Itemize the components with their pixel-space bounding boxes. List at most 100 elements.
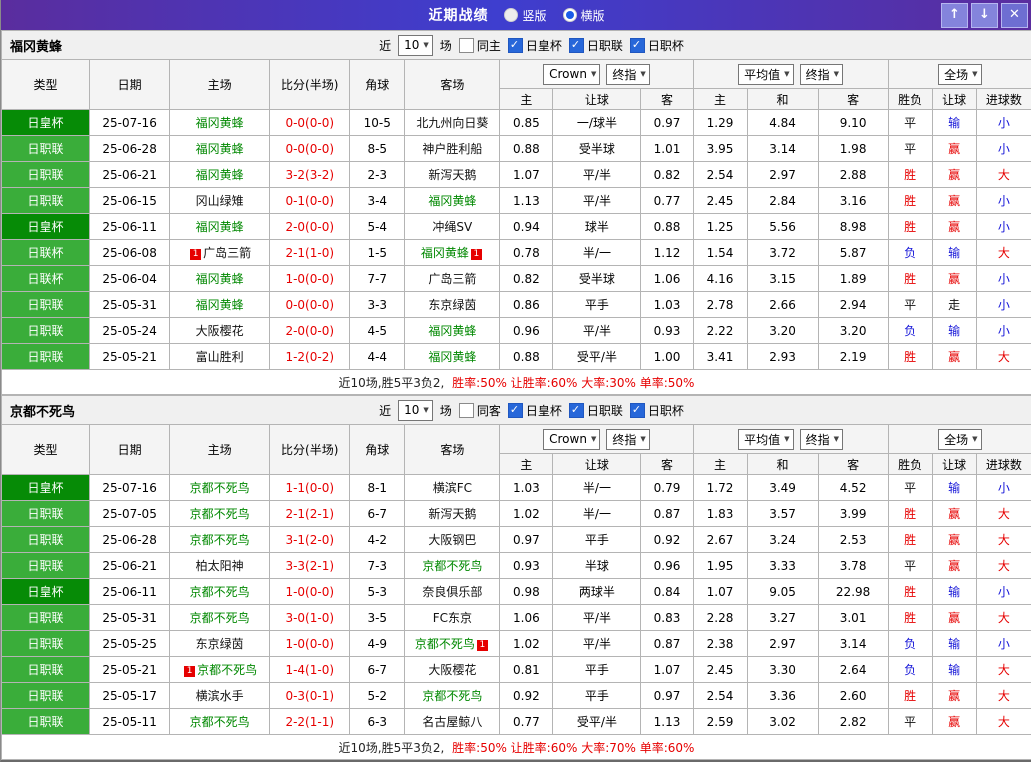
odds-line: 球半 [553, 214, 641, 240]
home-team[interactable]: 福冈黄蜂 [170, 136, 270, 162]
home-team[interactable]: 冈山绿雉 [170, 188, 270, 214]
move-down-button[interactable]: ↓ [971, 3, 998, 28]
cup-filter-leaguecup[interactable]: 日职杯 [630, 402, 684, 419]
home-team[interactable]: 大阪樱花 [170, 318, 270, 344]
cup-filter-league[interactable]: 日职联 [569, 37, 623, 54]
home-team[interactable]: 京都不死鸟 [170, 709, 270, 735]
away-team[interactable]: 大阪樱花 [405, 657, 500, 683]
col-corner: 角球 [350, 425, 405, 475]
avg-away: 2.60 [818, 683, 888, 709]
home-team[interactable]: 东京绿茵 [170, 631, 270, 657]
away-team[interactable]: 广岛三箭 [405, 266, 500, 292]
layout-radio-horizontal[interactable]: 横版 [563, 7, 605, 24]
home-team[interactable]: 京都不死鸟 [170, 527, 270, 553]
away-team[interactable]: 福冈黄蜂 [405, 318, 500, 344]
corners: 3-3 [350, 292, 405, 318]
cup-filter-emperor[interactable]: 日皇杯 [508, 402, 562, 419]
away-team[interactable]: 东京绿茵 [405, 292, 500, 318]
recent-count-select[interactable]: 10▼ [398, 400, 433, 421]
home-team[interactable]: 1广岛三箭 [170, 240, 270, 266]
scope-select[interactable]: 全场▼ [938, 429, 981, 450]
away-team[interactable]: 福冈黄蜂1 [405, 240, 500, 266]
match-date: 25-06-15 [90, 188, 170, 214]
checkbox-icon[interactable] [459, 38, 474, 53]
close-button[interactable]: ✕ [1001, 3, 1028, 28]
away-team[interactable]: 大阪钢巴 [405, 527, 500, 553]
odds-away: 0.87 [641, 631, 693, 657]
home-team[interactable]: 1京都不死鸟 [170, 657, 270, 683]
home-team[interactable]: 京都不死鸟 [170, 475, 270, 501]
away-team[interactable]: 新泻天鹅 [405, 501, 500, 527]
avg-source-select[interactable]: 平均值▼ [738, 429, 793, 450]
same-venue-filter[interactable]: 同客 [459, 402, 501, 419]
avg-source-select[interactable]: 平均值▼ [738, 64, 793, 85]
score: 2-1(1-0) [270, 240, 350, 266]
cup-filter-leaguecup[interactable]: 日职杯 [630, 37, 684, 54]
col-handicap: 让球 [932, 89, 976, 110]
checkbox-icon[interactable] [569, 38, 584, 53]
avg-time-select[interactable]: 终指▼ [800, 64, 843, 85]
home-team[interactable]: 福冈黄蜂 [170, 266, 270, 292]
odds-source-select[interactable]: Crown▼ [543, 429, 600, 450]
odds-source-select[interactable]: Crown▼ [543, 64, 600, 85]
goals-over-under: 小 [976, 579, 1031, 605]
away-team[interactable]: 京都不死鸟1 [405, 631, 500, 657]
home-team[interactable]: 柏太阳神 [170, 553, 270, 579]
same-venue-filter[interactable]: 同主 [459, 37, 501, 54]
checkbox-icon[interactable] [508, 38, 523, 53]
col-date: 日期 [90, 425, 170, 475]
cup-filter-emperor[interactable]: 日皇杯 [508, 37, 562, 54]
odds-time-select[interactable]: 终指▼ [606, 429, 649, 450]
odds-line: 受半球 [553, 266, 641, 292]
home-team[interactable]: 福冈黄蜂 [170, 214, 270, 240]
away-team[interactable]: 北九州向日葵 [405, 110, 500, 136]
away-team[interactable]: 福冈黄蜂 [405, 188, 500, 214]
competition-type: 日职联 [2, 292, 90, 318]
home-team[interactable]: 福冈黄蜂 [170, 292, 270, 318]
avg-away: 3.99 [818, 501, 888, 527]
checkbox-icon[interactable] [459, 403, 474, 418]
match-date: 25-07-16 [90, 110, 170, 136]
away-team[interactable]: 名古屋鲸八 [405, 709, 500, 735]
cup-filter-league[interactable]: 日职联 [569, 402, 623, 419]
recent-count-select[interactable]: 10▼ [398, 35, 433, 56]
avg-time-select[interactable]: 终指▼ [800, 429, 843, 450]
layout-radio-vertical[interactable]: 竖版 [504, 7, 546, 24]
away-team[interactable]: 京都不死鸟 [405, 553, 500, 579]
home-team[interactable]: 横滨水手 [170, 683, 270, 709]
home-team[interactable]: 京都不死鸟 [170, 501, 270, 527]
match-date: 25-06-28 [90, 136, 170, 162]
col-score: 比分(半场) [270, 60, 350, 110]
competition-type: 日职联 [2, 188, 90, 214]
odds-home: 0.98 [500, 579, 553, 605]
home-team[interactable]: 京都不死鸟 [170, 579, 270, 605]
odds-line: 两球半 [553, 579, 641, 605]
checkbox-icon[interactable] [508, 403, 523, 418]
home-team[interactable]: 福冈黄蜂 [170, 162, 270, 188]
avg-home: 1.07 [693, 579, 747, 605]
away-team[interactable]: 冲绳SV [405, 214, 500, 240]
home-team[interactable]: 福冈黄蜂 [170, 110, 270, 136]
match-date: 25-06-21 [90, 553, 170, 579]
away-team[interactable]: 横滨FC [405, 475, 500, 501]
home-team[interactable]: 京都不死鸟 [170, 605, 270, 631]
away-team[interactable]: 福冈黄蜂 [405, 344, 500, 370]
checkbox-icon[interactable] [630, 38, 645, 53]
home-team[interactable]: 富山胜利 [170, 344, 270, 370]
move-up-button[interactable]: ↑ [941, 3, 968, 28]
corners: 6-7 [350, 501, 405, 527]
scope-select[interactable]: 全场▼ [938, 64, 981, 85]
odds-time-select[interactable]: 终指▼ [606, 64, 649, 85]
away-team[interactable]: 神户胜利船 [405, 136, 500, 162]
checkbox-icon[interactable] [630, 403, 645, 418]
radio-icon[interactable] [563, 8, 577, 22]
away-team[interactable]: 新泻天鹅 [405, 162, 500, 188]
match-date: 25-06-08 [90, 240, 170, 266]
away-team[interactable]: 京都不死鸟 [405, 683, 500, 709]
checkbox-icon[interactable] [569, 403, 584, 418]
win-loss-result: 胜 [888, 501, 932, 527]
away-team[interactable]: 奈良俱乐部 [405, 579, 500, 605]
col-avg-draw: 和 [747, 89, 818, 110]
away-team[interactable]: FC东京 [405, 605, 500, 631]
radio-icon[interactable] [504, 8, 518, 22]
